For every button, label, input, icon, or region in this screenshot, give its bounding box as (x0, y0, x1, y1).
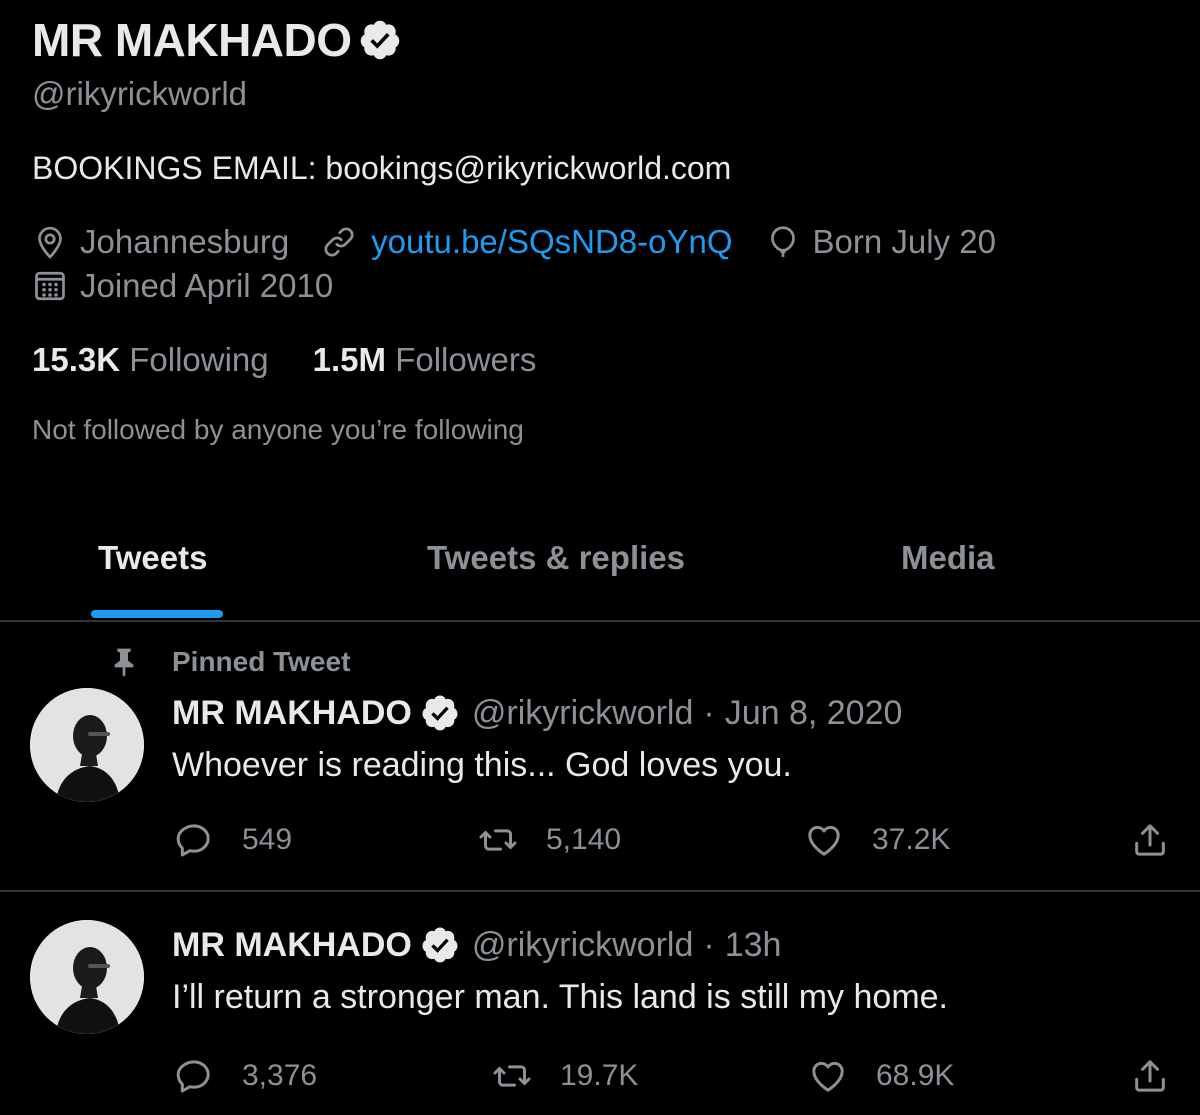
profile-tabs: Tweets Tweets & replies Media (0, 520, 1200, 622)
retweet-button[interactable]: 19.7K (492, 1056, 638, 1096)
avatar[interactable] (30, 920, 144, 1034)
verified-badge-icon[interactable] (358, 18, 402, 62)
tweet-item[interactable]: Pinned Tweet MR MAKHADO @rikyrickworld ·… (0, 622, 1200, 892)
reply-icon (176, 1060, 210, 1093)
reply-icon (176, 824, 210, 857)
tweet-header: MR MAKHADO @rikyrickworld · 13h (172, 924, 781, 966)
tweet-separator: · (703, 694, 715, 732)
share-button[interactable] (1130, 820, 1170, 860)
profile-website[interactable]: youtu.be/SQsND8-oYnQ (321, 222, 733, 262)
reply-count: 3,376 (242, 1059, 318, 1092)
retweet-icon (493, 1065, 531, 1087)
followers-stat[interactable]: 1.5M Followers (313, 340, 537, 380)
like-count: 68.9K (876, 1059, 955, 1092)
heart-icon (812, 1061, 844, 1092)
tweet-author-name[interactable]: MR MAKHADO (172, 692, 412, 734)
retweet-count: 5,140 (546, 823, 622, 856)
tweet-timestamp[interactable]: Jun 8, 2020 (725, 692, 903, 734)
followers-count: 1.5M (312, 341, 387, 378)
tweet-author-handle[interactable]: @rikyrickworld (472, 924, 694, 966)
verified-badge-icon (420, 925, 460, 965)
pin-icon (114, 648, 134, 677)
tweet-item[interactable]: MR MAKHADO @rikyrickworld · 13h I’ll ret… (0, 892, 1200, 1115)
profile-bio: BOOKINGS EMAIL: bookings@rikyrickworld.c… (32, 150, 732, 186)
pinned-tweet-text: Pinned Tweet (172, 646, 351, 677)
profile-joined: Joined April 2010 (32, 266, 333, 306)
retweet-icon (479, 829, 517, 851)
active-tab-indicator (91, 610, 223, 618)
profile-birthday: Born July 20 (765, 222, 996, 262)
heart-icon (808, 825, 840, 856)
tweet-text: I’ll return a stronger man. This land is… (172, 978, 948, 1016)
profile-stats: 15.3K Following 1.5M Followers (32, 340, 580, 380)
profile-location: Johannesburg (32, 222, 289, 262)
profile-handle: @rikyrickworld (32, 75, 247, 112)
verified-badge-icon (420, 693, 460, 733)
share-icon (1135, 1060, 1165, 1092)
tab-tweets-and-replies[interactable]: Tweets & replies (427, 538, 685, 578)
profile-meta-row: Johannesburg youtu.be/SQsND8-oYnQ Born J… (32, 222, 1028, 262)
reply-button[interactable]: 549 (174, 820, 292, 860)
tweet-separator: · (703, 926, 715, 964)
tweet-author-handle[interactable]: @rikyrickworld (472, 692, 694, 734)
retweet-button[interactable]: 5,140 (478, 820, 621, 860)
profile-joined-row: Joined April 2010 (32, 266, 365, 306)
share-button[interactable] (1130, 1056, 1170, 1096)
tab-tweets[interactable]: Tweets (98, 538, 207, 578)
followers-label: Followers (395, 341, 537, 378)
retweet-count: 19.7K (560, 1059, 639, 1092)
following-count: 15.3K (32, 341, 121, 378)
tweet-text: Whoever is reading this... God loves you… (172, 746, 792, 784)
profile-location-text: Johannesburg (80, 223, 290, 260)
following-label: Following (129, 341, 269, 378)
profile-name-row: MR MAKHADO (32, 12, 402, 68)
pinned-tweet-label: Pinned Tweet (108, 644, 350, 680)
location-pin-icon (38, 226, 62, 259)
like-count: 37.2K (872, 823, 951, 856)
like-button[interactable]: 68.9K (808, 1056, 954, 1096)
profile-birthday-text: Born July 20 (812, 223, 996, 260)
like-button[interactable]: 37.2K (804, 820, 950, 860)
following-stat[interactable]: 15.3K Following (32, 340, 269, 380)
tab-media[interactable]: Media (901, 538, 995, 578)
tweet-header: MR MAKHADO @rikyrickworld · Jun 8, 2020 (172, 692, 902, 734)
profile-joined-text: Joined April 2010 (80, 267, 334, 304)
tweet-timestamp[interactable]: 13h (725, 924, 782, 966)
profile-website-link[interactable]: youtu.be/SQsND8-oYnQ (371, 222, 732, 262)
tweet-author-name[interactable]: MR MAKHADO (172, 924, 412, 966)
reply-count: 549 (242, 823, 293, 856)
share-icon (1135, 824, 1165, 856)
profile-page: MR MAKHADO @rikyrickworld BOOKINGS EMAIL… (0, 0, 1200, 1115)
profile-display-name: MR MAKHADO (32, 14, 352, 66)
followed-by-note: Not followed by anyone you’re following (32, 414, 524, 445)
link-icon (324, 227, 354, 257)
reply-button[interactable]: 3,376 (174, 1056, 317, 1096)
calendar-icon (35, 271, 65, 301)
balloon-icon (770, 226, 795, 257)
avatar[interactable] (30, 688, 144, 802)
